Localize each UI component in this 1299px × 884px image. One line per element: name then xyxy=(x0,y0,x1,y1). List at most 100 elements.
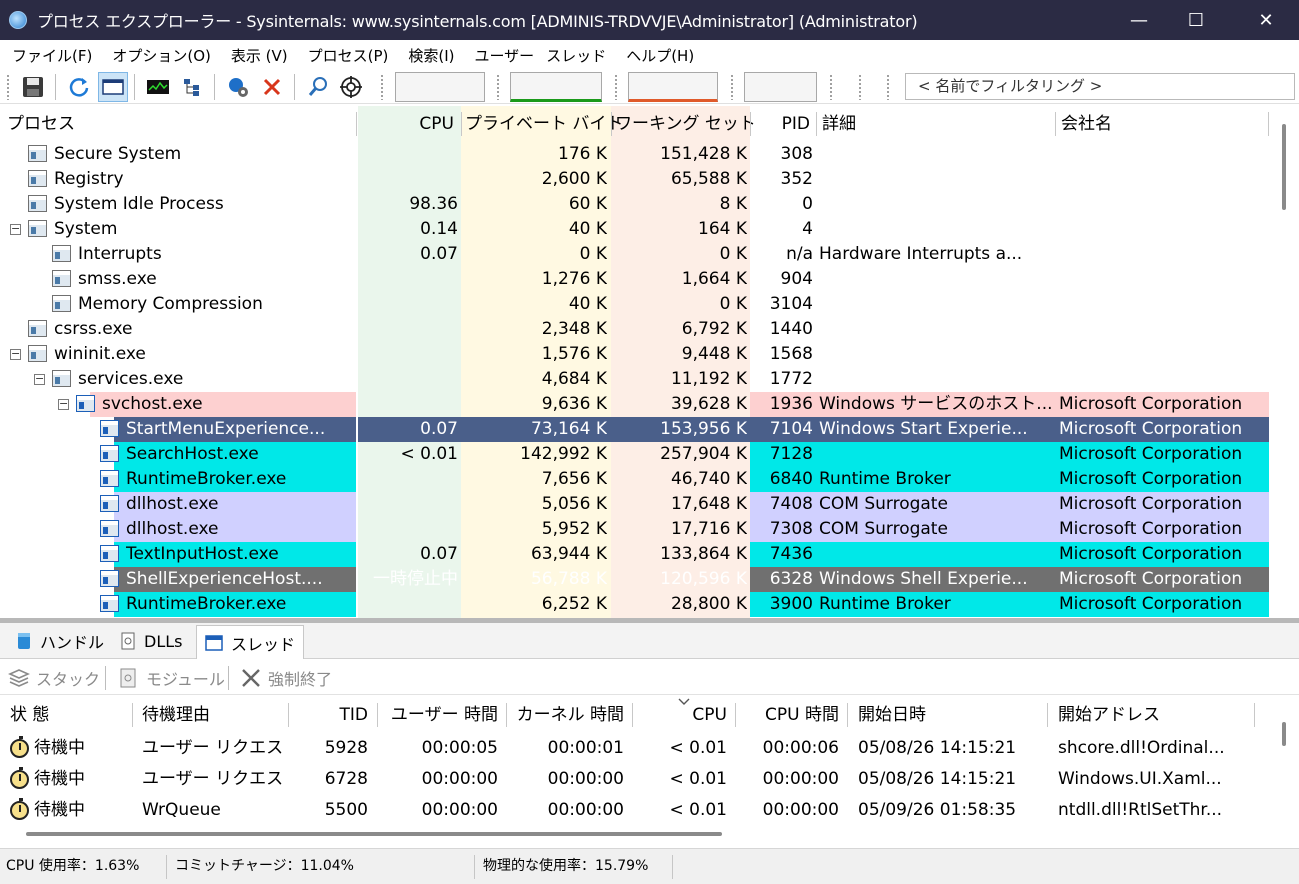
process-row[interactable]: TextInputHost.exe 0.07 63,944 K 133,864 K 74… xyxy=(0,542,1270,567)
process-cpu: 一時停止中 xyxy=(373,569,458,589)
process-row[interactable]: smss.exe 1,276 K 1,664 K 904 xyxy=(0,267,1270,292)
close-button[interactable]: ✕ xyxy=(1236,0,1296,40)
col-process[interactable]: プロセス xyxy=(3,106,79,142)
menu-users[interactable]: ユーザー xyxy=(474,45,534,66)
toolbar-grip[interactable] xyxy=(829,74,833,100)
commit-graph[interactable] xyxy=(510,72,602,102)
collapse-toggle[interactable]: − xyxy=(58,398,69,410)
col-wait-reason[interactable]: 待機理由 xyxy=(142,697,210,733)
col-tid[interactable]: TID xyxy=(288,697,369,733)
refresh-button[interactable] xyxy=(64,72,94,102)
header-divider[interactable] xyxy=(1268,112,1269,136)
process-row[interactable]: − svchost.exe 9,636 K 39,628 K 1936 Windows サ… xyxy=(0,392,1270,417)
col-cpu[interactable]: CPU xyxy=(358,106,458,142)
header-divider[interactable] xyxy=(847,703,848,727)
thread-list-horizontal-scrollbar[interactable] xyxy=(26,832,722,836)
header-divider[interactable] xyxy=(1254,703,1255,727)
process-private-bytes: 73,164 K xyxy=(530,419,607,439)
menu-find[interactable]: 検索(I) xyxy=(408,45,454,66)
thread-list-scrollbar[interactable] xyxy=(1282,722,1286,746)
process-row[interactable]: RuntimeBroker.exe 6,252 K 28,800 K 3900 Runt… xyxy=(0,592,1270,617)
process-icon xyxy=(28,145,47,162)
process-row[interactable]: RuntimeBroker.exe 7,656 K 46,740 K 6840 Runt… xyxy=(0,467,1270,492)
thread-row[interactable]: 待機中 ユーザー リクエスト 6728 00:00:00 00:00:00 < 0.01 0… xyxy=(0,764,1270,795)
find-window-button[interactable] xyxy=(336,72,366,102)
cpu-graph[interactable] xyxy=(395,72,485,102)
process-row[interactable]: csrss.exe 2,348 K 6,792 K 1440 xyxy=(0,317,1270,342)
header-divider[interactable] xyxy=(816,112,817,136)
process-row[interactable]: dllhost.exe 5,952 K 17,716 K 7308 COM Surrog… xyxy=(0,517,1270,542)
toolbar-grip[interactable] xyxy=(886,74,890,100)
process-row[interactable]: StartMenuExperience... 0.07 73,164 K 153,95… xyxy=(0,417,1270,442)
process-row[interactable]: − System 0.14 40 K 164 K 4 xyxy=(0,217,1270,242)
find-button[interactable] xyxy=(303,72,333,102)
header-divider[interactable] xyxy=(1047,703,1048,727)
col-cpu-time[interactable]: CPU 時間 xyxy=(735,697,839,733)
process-row[interactable]: ShellExperienceHost.... 一時停止中 56,788 K 120,… xyxy=(0,567,1270,592)
menu-threads[interactable]: スレッド xyxy=(546,45,606,66)
tab-dlls[interactable]: DLLs xyxy=(112,625,190,657)
menu-view[interactable]: 表示 (V) xyxy=(231,45,288,66)
process-list-scrollbar[interactable] xyxy=(1282,124,1286,210)
col-start-address[interactable]: 開始アドレス xyxy=(1058,697,1160,733)
kill-thread-button[interactable]: 強制終了 xyxy=(240,664,332,691)
toolbar-grip[interactable] xyxy=(496,74,500,100)
process-row[interactable]: System Idle Process 98.36 60 K 8 K 0 xyxy=(0,192,1270,217)
header-divider[interactable] xyxy=(356,112,357,136)
minimize-button[interactable]: — xyxy=(1109,0,1169,40)
toolbar-grip[interactable] xyxy=(380,74,384,100)
kill-process-button[interactable] xyxy=(257,72,287,102)
col-working-set[interactable]: ワーキング セット xyxy=(611,106,756,142)
process-row[interactable]: dllhost.exe 5,056 K 17,648 K 7408 COM Surrog… xyxy=(0,492,1270,517)
tab-handles[interactable]: ハンドル xyxy=(8,625,112,657)
menu-options[interactable]: オプション(O) xyxy=(112,45,211,66)
process-row[interactable]: SearchHost.exe < 0.01 142,992 K 257,904 K 71… xyxy=(0,442,1270,467)
thread-row[interactable]: 待機中 ユーザー リクエスト 5928 00:00:05 00:00:01 < 0.01 0… xyxy=(0,733,1270,764)
process-row[interactable]: Interrupts 0.07 0 K 0 K n/a Hardware Interrup… xyxy=(0,242,1270,267)
stack-button[interactable]: スタック xyxy=(8,664,100,691)
menu-process[interactable]: プロセス(P) xyxy=(308,45,389,66)
col-pid[interactable]: PID xyxy=(750,106,814,142)
col-private-bytes[interactable]: プライベート バイト xyxy=(461,106,623,142)
menu-help[interactable]: ヘルプ(H) xyxy=(626,45,694,66)
col-state[interactable]: 状 態 xyxy=(10,697,49,733)
process-row[interactable]: − wininit.exe 1,576 K 9,448 K 1568 xyxy=(0,342,1270,367)
process-description: COM Surrogate xyxy=(819,519,948,539)
thread-row[interactable]: 待機中 WrQueue 5500 00:00:00 00:00:00 < 0.01 00:0… xyxy=(0,795,1270,826)
process-row[interactable]: Memory Compression 40 K 0 K 3104 xyxy=(0,292,1270,317)
toolbar-grip[interactable] xyxy=(6,74,10,100)
maximize-button[interactable]: ☐ xyxy=(1166,0,1226,40)
process-row[interactable]: − services.exe 4,684 K 11,192 K 1772 xyxy=(0,367,1270,392)
toolbar-separator xyxy=(55,74,56,100)
process-list[interactable]: プロセス CPU プライベート バイト ワーキング セット PID 詳細 会社名… xyxy=(0,106,1299,618)
col-company[interactable]: 会社名 xyxy=(1057,106,1116,142)
collapse-toggle[interactable]: − xyxy=(34,373,45,385)
header-divider[interactable] xyxy=(1055,112,1056,136)
col-description[interactable]: 詳細 xyxy=(818,106,860,142)
collapse-toggle[interactable]: − xyxy=(10,223,21,235)
toolbar-grip[interactable] xyxy=(858,74,862,100)
save-button[interactable] xyxy=(18,72,48,102)
module-button[interactable]: モジュール xyxy=(118,664,225,691)
toolbar-grip[interactable] xyxy=(730,74,734,100)
col-kernel-time[interactable]: カーネル 時間 xyxy=(506,697,624,733)
col-user-time[interactable]: ユーザー 時間 xyxy=(377,697,498,733)
process-row[interactable]: Registry 2,600 K 65,588 K 352 xyxy=(0,167,1270,192)
io-graph[interactable] xyxy=(628,72,718,102)
physical-memory-graph[interactable] xyxy=(744,72,817,102)
menu-file[interactable]: ファイル(F) xyxy=(12,45,92,66)
tree-view-button[interactable] xyxy=(177,72,207,102)
toolbar-grip[interactable] xyxy=(614,74,618,100)
system-info-button[interactable] xyxy=(143,72,173,102)
tab-threads[interactable]: スレッド xyxy=(196,625,305,659)
process-name: Registry xyxy=(54,169,124,189)
header-divider[interactable] xyxy=(132,703,133,727)
collapse-toggle[interactable]: − xyxy=(10,348,21,360)
col-start-date[interactable]: 開始日時 xyxy=(858,697,926,733)
process-description xyxy=(819,442,1055,467)
process-row[interactable]: Secure System 176 K 151,428 K 308 xyxy=(0,142,1270,167)
thread-wait-reason: WrQueue xyxy=(142,800,221,820)
properties-button[interactable] xyxy=(223,72,253,102)
filter-input[interactable]: < 名前でフィルタリング > xyxy=(905,73,1295,100)
show-window-button[interactable] xyxy=(98,72,128,102)
